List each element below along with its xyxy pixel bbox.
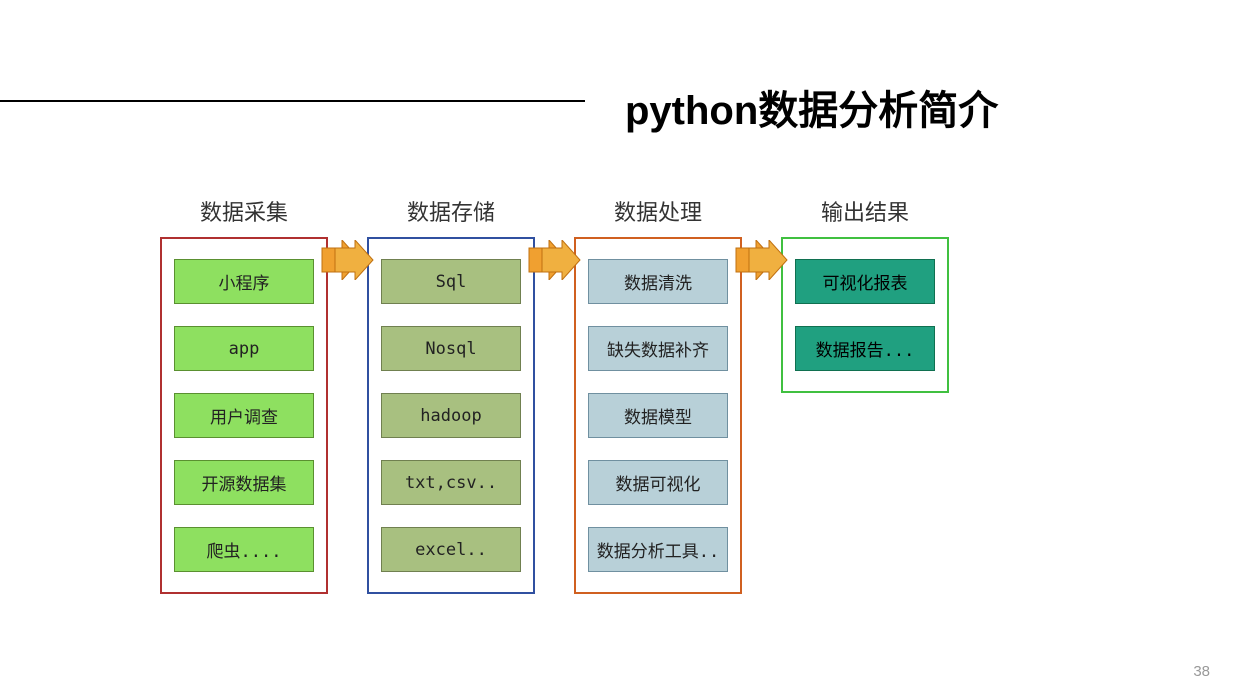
item-box: app (174, 326, 314, 371)
column-box: 小程序 app 用户调查 开源数据集 爬虫.... (160, 237, 328, 594)
column-box: 可视化报表 数据报告... (781, 237, 949, 393)
item-box: excel.. (381, 527, 521, 572)
item-box: txt,csv.. (381, 460, 521, 505)
arrow-icon (527, 240, 582, 280)
item-box: hadoop (381, 393, 521, 438)
item-box: 数据分析工具.. (588, 527, 728, 572)
item-box: 数据清洗 (588, 259, 728, 304)
column-data-collection: 数据采集 小程序 app 用户调查 开源数据集 爬虫.... (160, 195, 328, 594)
pipeline-diagram: 数据采集 小程序 app 用户调查 开源数据集 爬虫.... 数据存储 Sql … (160, 195, 949, 594)
item-box: Nosql (381, 326, 521, 371)
column-title: 输出结果 (821, 195, 909, 227)
slide-title: python数据分析简介 (625, 78, 998, 136)
item-box: Sql (381, 259, 521, 304)
item-box: 数据可视化 (588, 460, 728, 505)
header-line (0, 100, 585, 102)
column-title: 数据存储 (407, 195, 495, 227)
column-title: 数据采集 (200, 195, 288, 227)
page-number: 38 (1193, 663, 1210, 680)
item-box: 可视化报表 (795, 259, 935, 304)
item-box: 数据模型 (588, 393, 728, 438)
item-box: 开源数据集 (174, 460, 314, 505)
arrow-icon (320, 240, 375, 280)
column-box: 数据清洗 缺失数据补齐 数据模型 数据可视化 数据分析工具.. (574, 237, 742, 594)
column-data-processing: 数据处理 数据清洗 缺失数据补齐 数据模型 数据可视化 数据分析工具.. (574, 195, 742, 594)
column-data-storage: 数据存储 Sql Nosql hadoop txt,csv.. excel.. (367, 195, 535, 594)
column-box: Sql Nosql hadoop txt,csv.. excel.. (367, 237, 535, 594)
column-title: 数据处理 (614, 195, 702, 227)
item-box: 小程序 (174, 259, 314, 304)
item-box: 用户调查 (174, 393, 314, 438)
arrow-icon (734, 240, 789, 280)
item-box: 缺失数据补齐 (588, 326, 728, 371)
item-box: 数据报告... (795, 326, 935, 371)
column-output-results: 输出结果 可视化报表 数据报告... (781, 195, 949, 393)
item-box: 爬虫.... (174, 527, 314, 572)
